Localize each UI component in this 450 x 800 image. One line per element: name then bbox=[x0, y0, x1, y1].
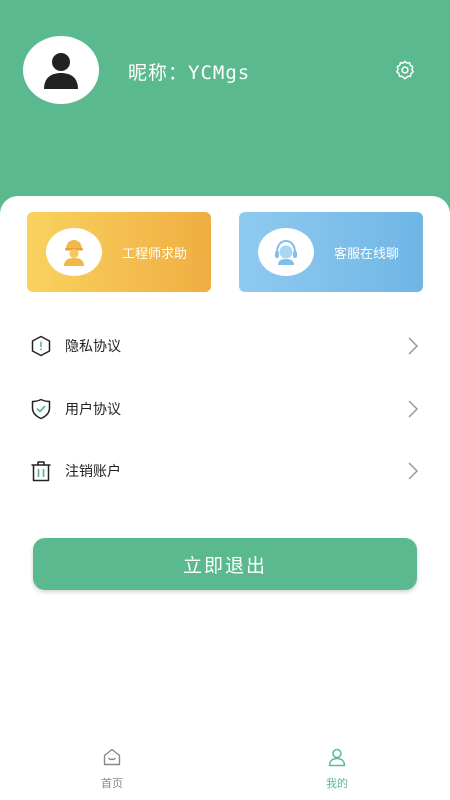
menu-item-label: 隐私协议 bbox=[65, 339, 121, 355]
menu-item-privacy[interactable]: 隐私协议 bbox=[28, 326, 420, 366]
menu-item-user-agreement[interactable]: 用户协议 bbox=[28, 389, 420, 429]
shield-alert-icon bbox=[28, 333, 54, 359]
customer-service-label: 客服在线聊 bbox=[334, 246, 400, 262]
user-avatar-icon bbox=[44, 53, 78, 89]
avatar[interactable] bbox=[23, 36, 99, 104]
engineer-icon-circle bbox=[46, 228, 102, 276]
shield-check-icon bbox=[28, 396, 54, 422]
engineer-icon bbox=[64, 240, 84, 266]
menu-item-label: 用户协议 bbox=[65, 402, 121, 418]
customer-service-icon-circle bbox=[258, 228, 314, 276]
tab-home-label: 首页 bbox=[101, 777, 123, 790]
chevron-right-icon bbox=[408, 337, 419, 355]
tab-mine[interactable]: 我的 bbox=[297, 746, 377, 796]
customer-service-icon bbox=[275, 239, 297, 265]
customer-service-button[interactable]: 客服在线聊 bbox=[239, 212, 423, 292]
settings-button[interactable] bbox=[392, 57, 418, 83]
nickname: 昵称：YCMgs bbox=[128, 62, 251, 84]
tab-mine-label: 我的 bbox=[326, 777, 348, 790]
trash-icon bbox=[28, 458, 54, 484]
menu-item-label: 注销账户 bbox=[65, 464, 121, 480]
user-icon bbox=[326, 746, 348, 768]
bottom-tab-bar: 首页 我的 bbox=[0, 740, 450, 800]
menu-item-delete-account[interactable]: 注销账户 bbox=[28, 451, 420, 491]
engineer-help-button[interactable]: 工程师求助 bbox=[27, 212, 211, 292]
chevron-right-icon bbox=[408, 400, 419, 418]
gear-icon bbox=[396, 60, 414, 80]
engineer-help-label: 工程师求助 bbox=[122, 246, 188, 262]
logout-button[interactable]: 立即退出 bbox=[33, 538, 417, 590]
chevron-right-icon bbox=[408, 462, 419, 480]
home-icon bbox=[101, 746, 123, 768]
tab-home[interactable]: 首页 bbox=[72, 746, 152, 796]
